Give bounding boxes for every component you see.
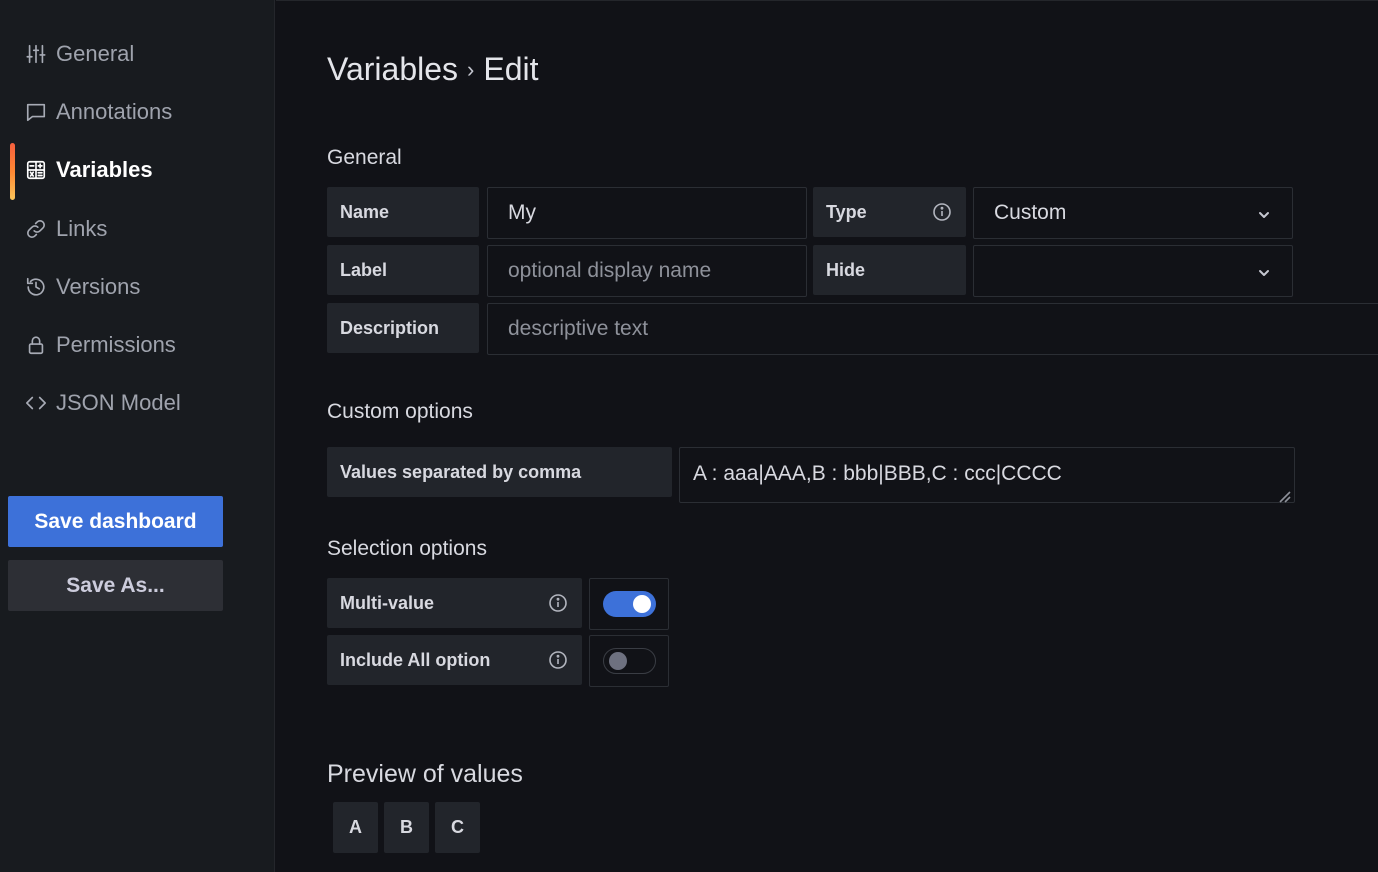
include-all-label: Include All option: [327, 635, 582, 685]
breadcrumb-current: Edit: [483, 51, 539, 87]
history-icon: [24, 275, 48, 299]
sidebar-item-annotations[interactable]: Annotations: [0, 90, 275, 134]
comment-icon: [24, 100, 48, 124]
sidebar-item-json-model[interactable]: JSON Model: [0, 381, 275, 425]
sidebar-item-label: Versions: [56, 274, 141, 299]
chevron-down-icon: [1256, 263, 1272, 279]
type-label-text: Type: [826, 201, 867, 222]
sidebar-item-label: Permissions: [56, 332, 176, 357]
toggle-knob: [609, 652, 627, 670]
save-as-button[interactable]: Save As...: [8, 560, 223, 611]
section-title-selection-options: Selection options: [327, 537, 487, 560]
description-input[interactable]: descriptive text: [487, 303, 1378, 355]
multi-value-toggle[interactable]: [603, 591, 656, 617]
values-textarea[interactable]: A : aaa|AAA,B : bbb|BBB,C : ccc|CCCC: [679, 447, 1295, 503]
multi-value-label: Multi-value: [327, 578, 582, 628]
name-input[interactable]: My: [487, 187, 807, 239]
label-input[interactable]: optional display name: [487, 245, 807, 297]
sidebar-item-variables[interactable]: Variables: [0, 148, 275, 192]
type-select-value: Custom: [994, 201, 1067, 224]
link-icon: [24, 217, 48, 241]
info-icon[interactable]: [548, 593, 568, 613]
toggle-knob: [633, 595, 651, 613]
preview-value-chip: B: [384, 802, 429, 853]
type-label: Type: [813, 187, 966, 237]
label-label: Label: [327, 245, 479, 295]
calculator-icon: [24, 158, 48, 182]
sidebar-item-label: General: [56, 41, 135, 66]
sidebar-item-versions[interactable]: Versions: [0, 265, 275, 309]
save-dashboard-button[interactable]: Save dashboard: [8, 496, 223, 547]
page-title: Variables › Edit: [327, 51, 539, 88]
type-select[interactable]: Custom: [973, 187, 1293, 239]
include-all-label-text: Include All option: [340, 649, 491, 670]
breadcrumb-parent[interactable]: Variables: [327, 51, 458, 88]
info-icon[interactable]: [548, 650, 568, 670]
section-title-custom-options: Custom options: [327, 400, 473, 423]
sidebar-item-label: Annotations: [56, 99, 173, 124]
sidebar-item-permissions[interactable]: Permissions: [0, 323, 275, 367]
chevron-down-icon: [1256, 205, 1272, 221]
resize-handle-icon[interactable]: [1277, 485, 1291, 503]
info-icon[interactable]: [932, 202, 952, 222]
name-label: Name: [327, 187, 479, 237]
include-all-switch-container: [589, 635, 669, 687]
hide-select[interactable]: [973, 245, 1293, 297]
settings-sidebar: General Annotations Variables Links Vers…: [0, 0, 275, 872]
hide-label: Hide: [813, 245, 966, 295]
sidebar-item-label: Links: [56, 216, 108, 241]
breadcrumb-separator: ›: [467, 56, 475, 82]
preview-value-chip: A: [333, 802, 378, 853]
description-label: Description: [327, 303, 479, 353]
multi-value-switch-container: [589, 578, 669, 630]
multi-value-label-text: Multi-value: [340, 592, 435, 613]
sliders-icon: [24, 42, 48, 66]
variable-editor: Variables › Edit General Name My Type Cu…: [276, 0, 1378, 872]
sidebar-item-general[interactable]: General: [0, 32, 275, 76]
sidebar-item-label: Variables: [56, 157, 153, 182]
sidebar-item-label: JSON Model: [56, 390, 181, 415]
sidebar-item-links[interactable]: Links: [0, 207, 275, 251]
section-title-general: General: [327, 146, 402, 169]
values-text: A : aaa|AAA,B : bbb|BBB,C : ccc|CCCC: [693, 462, 1062, 485]
section-title-preview: Preview of values: [327, 760, 523, 788]
lock-icon: [24, 333, 48, 357]
include-all-toggle[interactable]: [603, 648, 656, 674]
preview-value-chip: C: [435, 802, 480, 853]
code-icon: [24, 391, 48, 415]
values-label: Values separated by comma: [327, 447, 672, 497]
